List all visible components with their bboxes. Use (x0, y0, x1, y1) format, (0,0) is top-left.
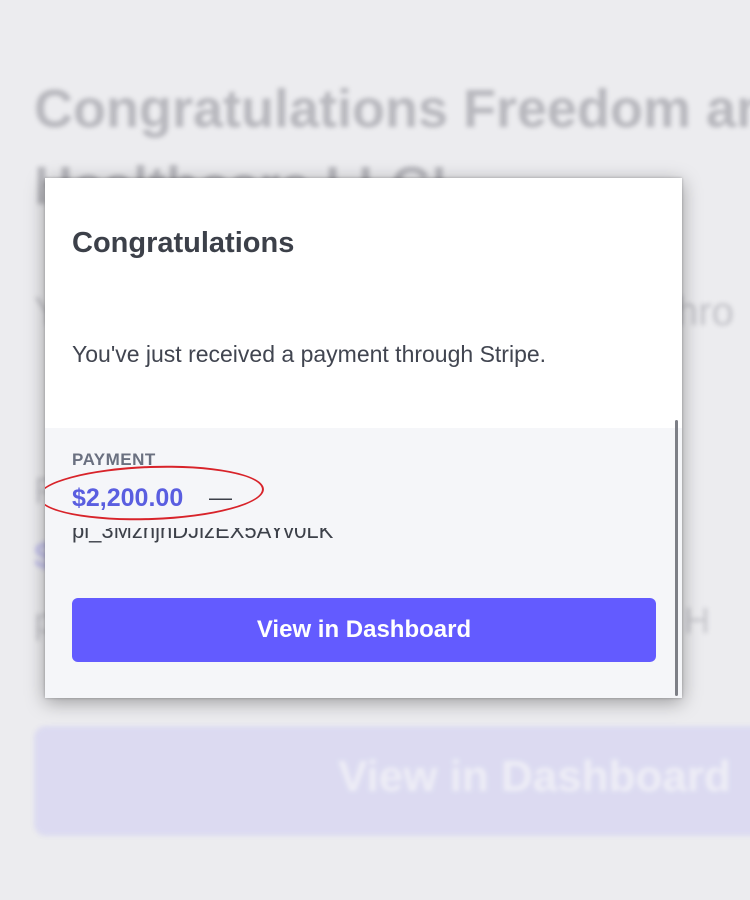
view-in-dashboard-label: View in Dashboard (256, 616, 472, 643)
payment-notification-card: Congratulations LLC! You've just receive… (45, 178, 682, 698)
payment-details-section: PAYMENT $2,200.00 — pi_3MzhjhDJizEX5AYv0… (45, 428, 682, 698)
redaction-block (325, 230, 355, 264)
annotation-circle (45, 462, 265, 524)
background-title: Congratulations Freedom and (34, 79, 750, 139)
scrollbar[interactable] (675, 420, 678, 696)
card-title: Congratulations (72, 227, 295, 259)
background-subtitle-fragment-right: hro (676, 290, 734, 334)
background-button-label: View in Dashboard (338, 752, 731, 801)
payment-id-redacted: pi_3MzhjhDJizEX5AYv0LK (72, 528, 472, 548)
view-in-dashboard-button[interactable]: View in Dashboard (72, 598, 656, 662)
payment-id: pi_3MzhjhDJizEX5AYv0LK (72, 528, 334, 543)
card-title-line2-redacted: LLC! (72, 271, 322, 301)
background-id-fragment-right: H (684, 600, 710, 641)
card-message: You've just received a payment through S… (72, 341, 547, 367)
redaction-block (72, 271, 322, 285)
